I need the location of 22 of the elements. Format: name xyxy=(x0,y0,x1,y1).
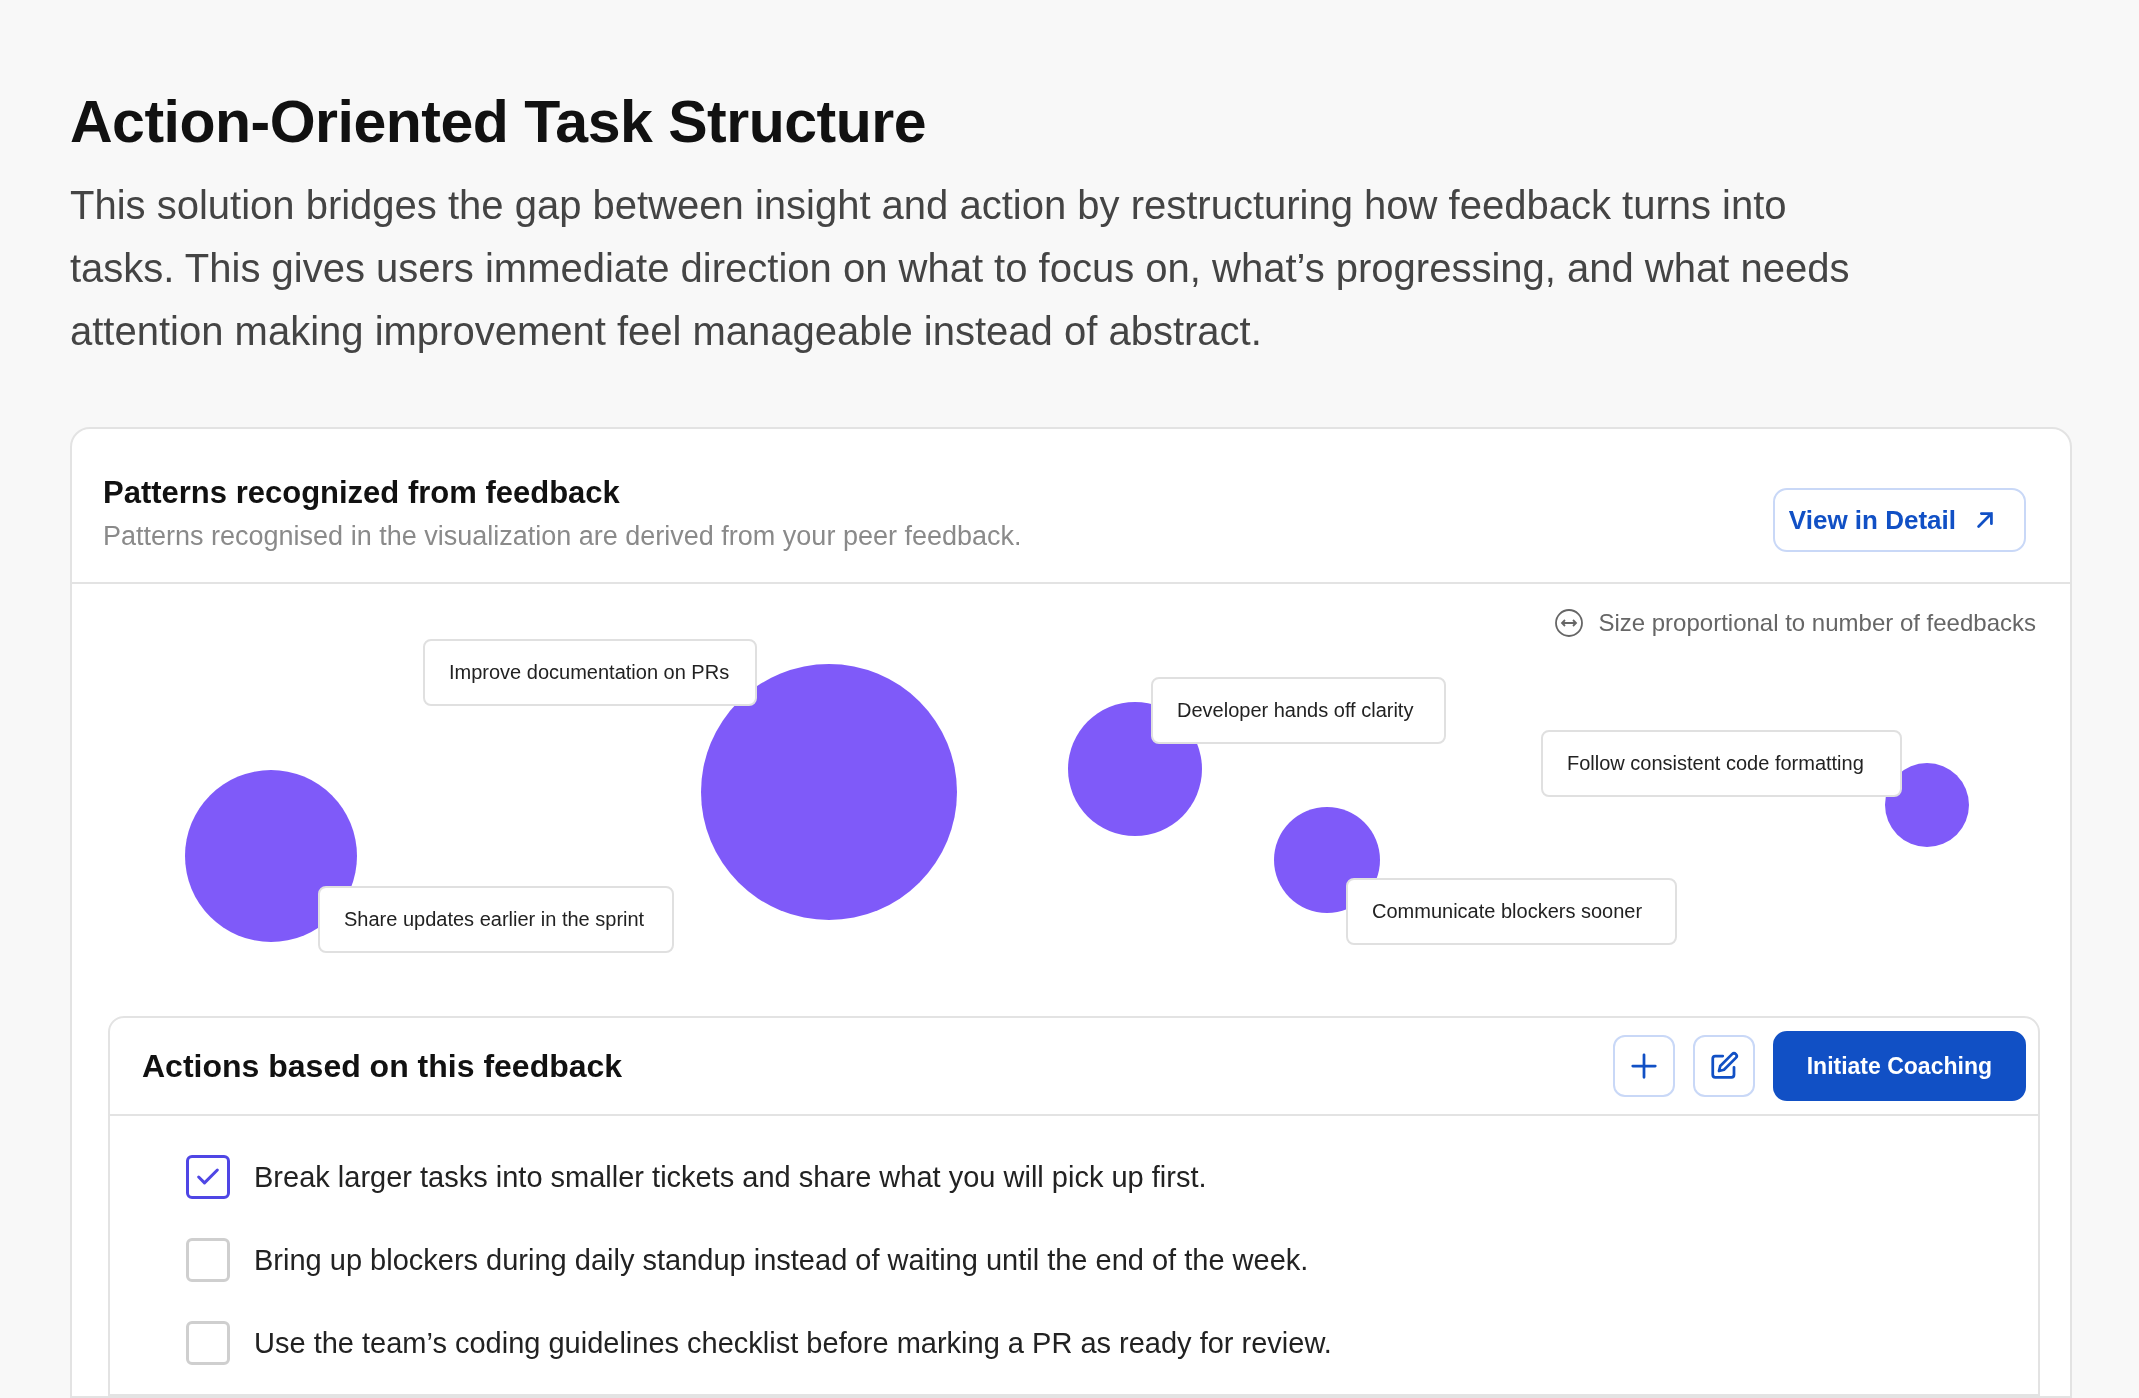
edit-button[interactable] xyxy=(1692,1035,1755,1097)
arrow-up-right-icon xyxy=(1974,509,1996,531)
action-text: Use the team’s coding guidelines checklist before marking a PR as ready for review. xyxy=(254,1326,1332,1360)
page-description: This solution bridges the gap between insight and action by restructuring how feedback turns into tasks. This gives users immediate direction on what to focus on, what’s progressing, and what needs attention making improvement feel manageable instead of abstract. xyxy=(70,182,1851,355)
view-detail-button[interactable]: View in Detail xyxy=(1772,488,2026,552)
page-title: Action-Oriented Task Structure xyxy=(70,88,927,156)
actions-title: Actions based on this feedback xyxy=(142,1047,623,1085)
initiate-coaching-button[interactable]: Initiate Coaching xyxy=(1772,1031,2026,1101)
legend-text: Size proportional to number of feedbacks xyxy=(1598,609,2036,637)
action-text: Break larger tasks into smaller tickets and share what you will pick up first. xyxy=(254,1160,1207,1194)
pattern-label: Communicate blockers sooner xyxy=(1346,878,1677,945)
resize-icon xyxy=(1554,608,1585,638)
pattern-label: Improve documentation on PRs xyxy=(423,639,757,706)
pattern-label: Share updates earlier in the sprint xyxy=(318,886,674,953)
action-text: Bring up blockers during daily standup instead of waiting until the end of the week. xyxy=(254,1243,1309,1277)
checkbox[interactable] xyxy=(186,1155,230,1199)
add-button[interactable] xyxy=(1612,1035,1675,1097)
pattern-label: Developer hands off clarity xyxy=(1151,677,1446,744)
card-title: Patterns recognized from feedback xyxy=(103,475,621,511)
edit-icon xyxy=(1708,1051,1739,1081)
pattern-label: Follow consistent code formatting xyxy=(1541,730,1902,797)
card-subtitle: Patterns recognised in the visualization are derived from your peer feedback. xyxy=(103,521,1022,552)
